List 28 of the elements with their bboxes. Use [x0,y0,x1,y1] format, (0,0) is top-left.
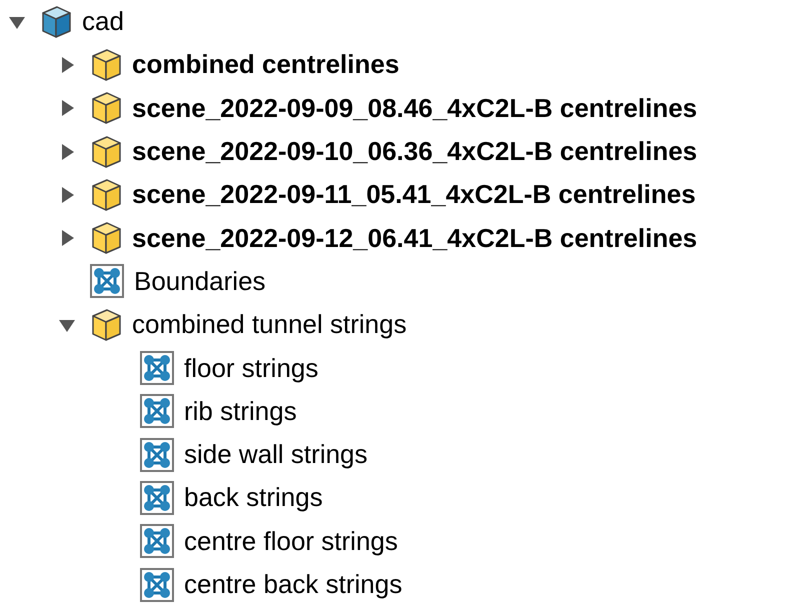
node-network-icon [140,524,174,558]
tree-item-label[interactable]: scene_2022-09-09_08.46_4xC2L-B centrelines [132,88,698,128]
tree-item-label[interactable]: scene_2022-09-10_06.36_4xC2L-B centrelines [132,132,698,172]
cube-icon [90,308,122,342]
node-network-icon [90,264,124,298]
cube-icon [40,4,72,39]
tree-item-label[interactable]: rib strings [184,392,297,431]
tree-item-label[interactable]: Boundaries [134,262,266,301]
tree-item-label[interactable]: scene_2022-09-11_05.41_4xC2L-B centrelines [132,175,696,214]
node-network-icon [140,351,174,386]
tree-item-label[interactable]: scene_2022-09-12_06.41_4xC2L-B centrelines [132,218,698,258]
cube-icon [90,134,122,169]
tree-item-label[interactable]: combined tunnel strings [132,305,407,344]
cube-icon [90,91,122,126]
cube-icon [90,221,122,256]
tree-item-label[interactable]: back strings [184,478,323,518]
node-network-icon [140,568,174,602]
tree-item-label[interactable]: combined centrelines [132,45,400,84]
tree-item-label[interactable]: floor strings [184,348,318,388]
tree-item-label[interactable]: centre floor strings [184,522,398,561]
node-network-icon [140,394,174,428]
cube-icon [90,178,122,212]
tree-item-label[interactable]: cad [82,2,124,42]
tree-item-label[interactable]: side wall strings [184,435,368,474]
node-network-icon [140,438,174,472]
node-network-icon [140,480,174,515]
tree-item-label[interactable]: centre back strings [184,565,402,604]
cube-icon [90,48,122,82]
